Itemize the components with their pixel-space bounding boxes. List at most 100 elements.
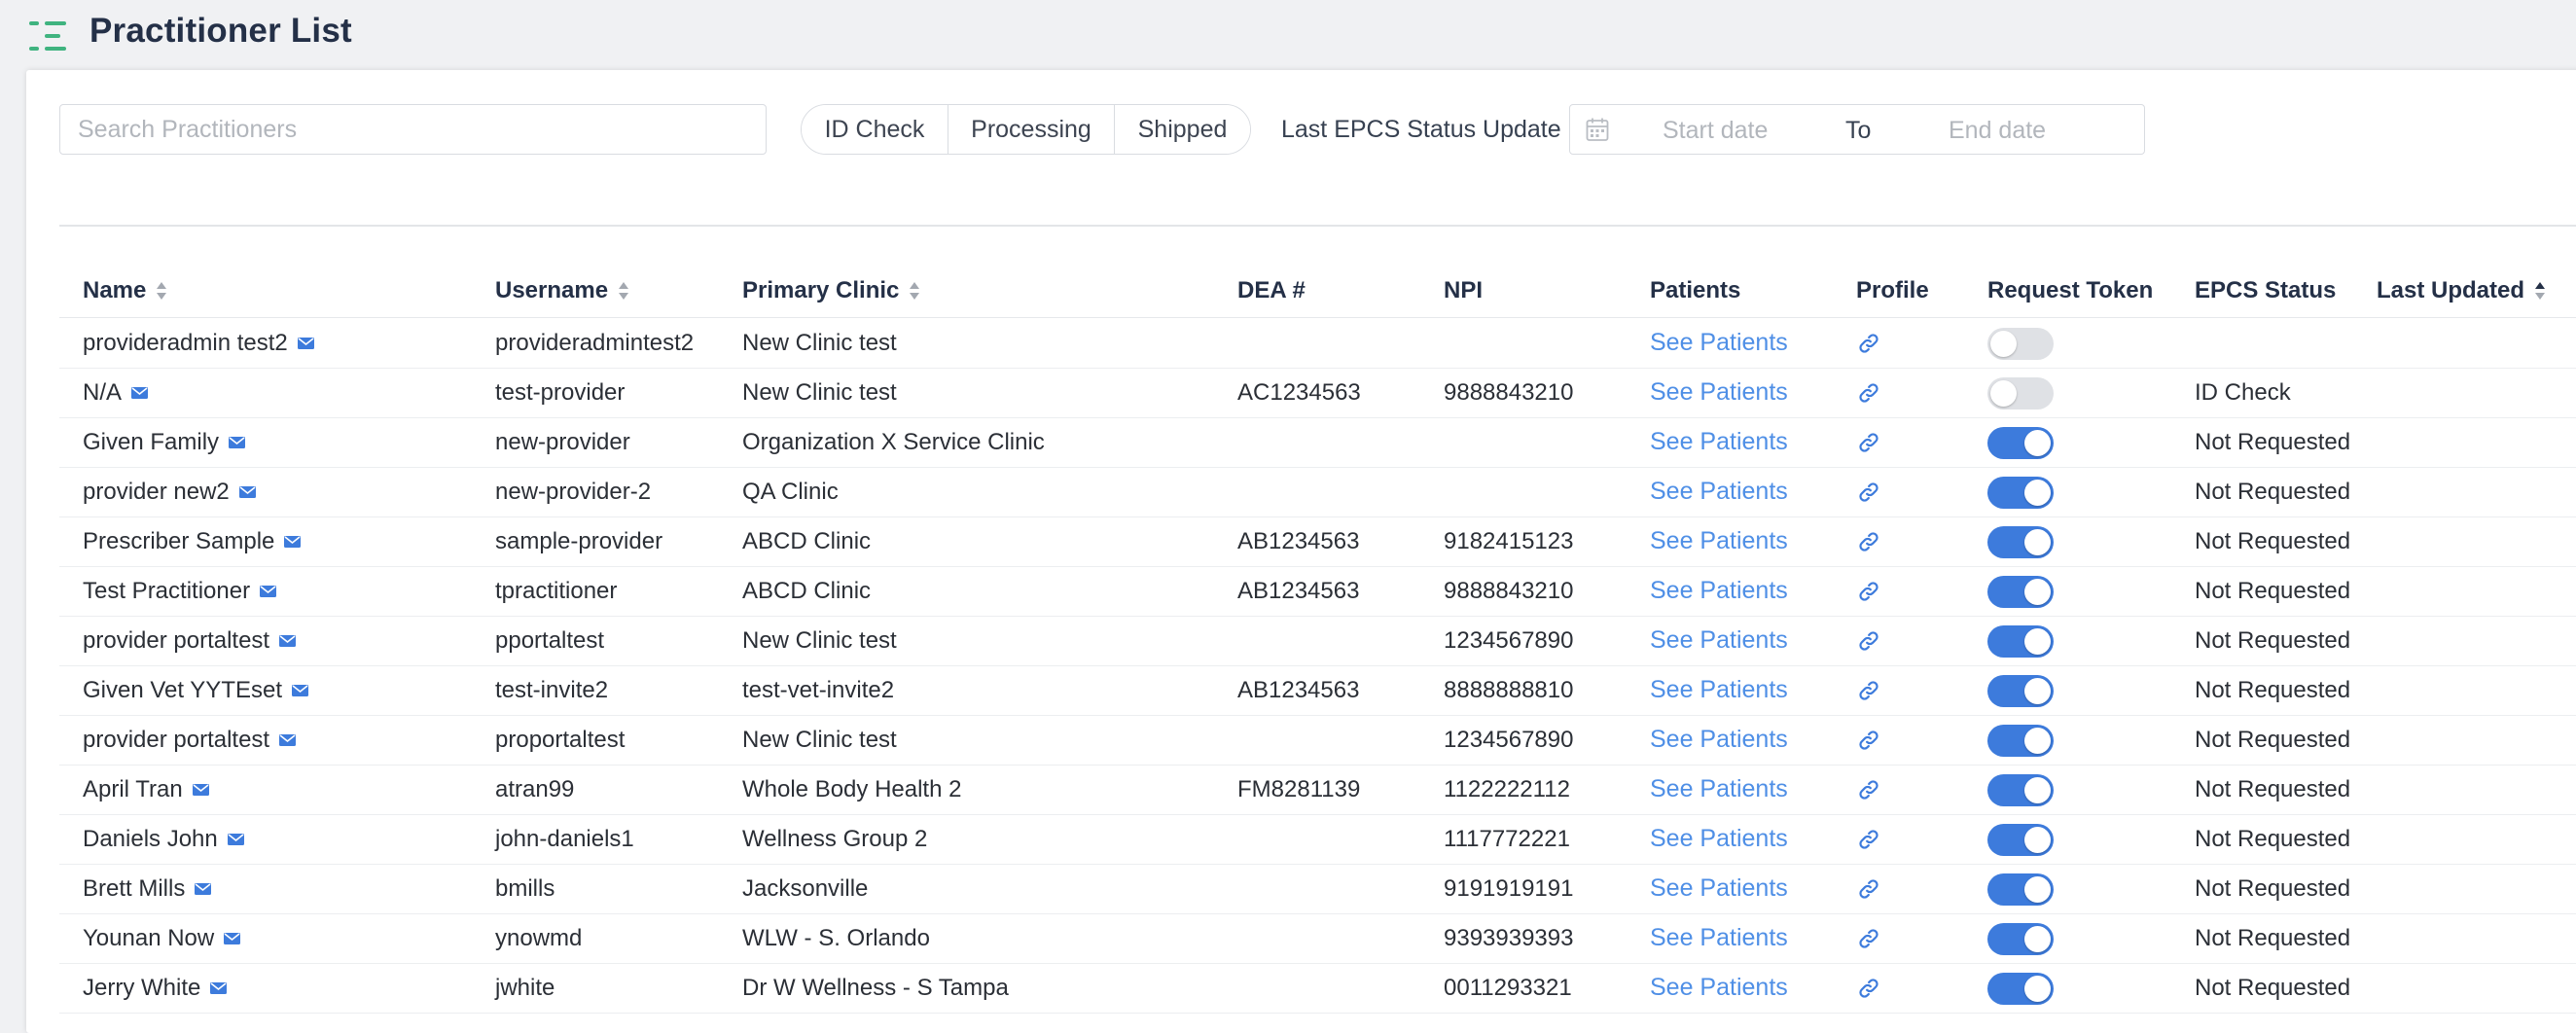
see-patients-link[interactable]: See Patients — [1650, 676, 1788, 704]
sort-icon — [2535, 282, 2546, 300]
link-icon[interactable] — [1858, 779, 1879, 801]
cell-name: Prescriber Sample — [83, 516, 302, 566]
cell-name: Daniels John — [83, 814, 244, 864]
tab-shipped[interactable]: Shipped — [1114, 105, 1250, 154]
column-header-name[interactable]: Name — [83, 265, 167, 317]
see-patients-link[interactable]: See Patients — [1650, 775, 1788, 803]
request-token-toggle[interactable] — [1987, 725, 2054, 757]
cell-request-token — [1987, 417, 2065, 467]
table-row: provider new2 new-provider-2 QA Clinic See … — [59, 467, 2576, 517]
request-token-toggle[interactable] — [1987, 973, 2054, 1005]
request-token-toggle[interactable] — [1987, 675, 2054, 707]
request-token-toggle[interactable] — [1987, 774, 2054, 806]
mail-icon[interactable] — [284, 535, 302, 548]
link-icon[interactable] — [1858, 829, 1879, 850]
link-icon[interactable] — [1858, 978, 1879, 999]
request-token-toggle[interactable] — [1987, 377, 2054, 410]
request-token-toggle[interactable] — [1987, 477, 2054, 509]
cell-profile — [1858, 318, 1879, 368]
menu-icon[interactable] — [29, 19, 68, 53]
mail-icon[interactable] — [238, 485, 256, 498]
see-patients-link[interactable]: See Patients — [1650, 428, 1788, 456]
link-icon[interactable] — [1858, 730, 1879, 751]
practitioner-name: provideradmin test2 — [83, 329, 288, 356]
cell-primary-clinic: Jacksonville — [742, 874, 869, 902]
cell-primary-clinic: QA Clinic — [742, 478, 839, 505]
end-date-field[interactable]: End date — [1949, 117, 2046, 145]
request-token-toggle[interactable] — [1987, 328, 2054, 360]
toggle-knob — [2024, 628, 2051, 655]
cell-primary-clinic: New Clinic test — [742, 726, 897, 753]
cell-request-token — [1987, 963, 2065, 1013]
mail-icon[interactable] — [279, 634, 297, 647]
see-patients-link[interactable]: See Patients — [1650, 825, 1788, 853]
mail-icon[interactable] — [297, 337, 314, 349]
cell-profile — [1858, 417, 1879, 467]
cell-name: Given Vet YYTEset — [83, 665, 308, 715]
link-icon[interactable] — [1858, 928, 1879, 949]
see-patients-link[interactable]: See Patients — [1650, 924, 1788, 952]
mail-icon[interactable] — [260, 585, 277, 597]
see-patients-link[interactable]: See Patients — [1650, 974, 1788, 1002]
cell-profile — [1858, 368, 1879, 417]
cell-username: tpractitioner — [495, 577, 618, 604]
mail-icon[interactable] — [195, 882, 212, 895]
link-icon[interactable] — [1858, 531, 1879, 552]
search-input[interactable] — [59, 104, 767, 155]
cell-patients: See Patients — [1650, 566, 1788, 616]
cell-primary-clinic: ABCD Clinic — [742, 577, 872, 604]
link-icon[interactable] — [1858, 333, 1879, 354]
column-header-last-updated[interactable]: Last Updated — [2377, 265, 2546, 317]
see-patients-link[interactable]: See Patients — [1650, 874, 1788, 903]
link-icon[interactable] — [1858, 382, 1879, 404]
link-icon[interactable] — [1858, 432, 1879, 453]
mail-icon[interactable] — [279, 733, 297, 746]
toggle-knob — [2024, 728, 2051, 754]
link-icon[interactable] — [1858, 680, 1879, 701]
sort-icon — [910, 282, 920, 300]
date-range-picker[interactable]: Start date To End date — [1569, 104, 2145, 155]
cell-username: new-provider-2 — [495, 478, 652, 505]
cell-primary-clinic: New Clinic test — [742, 626, 897, 654]
column-header-dea: DEA # — [1237, 265, 1306, 317]
start-date-field[interactable]: Start date — [1663, 117, 1768, 145]
request-token-toggle[interactable] — [1987, 576, 2054, 608]
cell-username: john-daniels1 — [495, 825, 634, 852]
mail-icon[interactable] — [192, 783, 209, 796]
mail-icon[interactable] — [227, 833, 244, 845]
request-token-toggle[interactable] — [1987, 625, 2054, 658]
cell-epcs-status: Not Requested — [2195, 974, 2351, 1001]
request-token-toggle[interactable] — [1987, 824, 2054, 856]
mail-icon[interactable] — [229, 436, 246, 448]
see-patients-link[interactable]: See Patients — [1650, 478, 1788, 506]
mail-icon[interactable] — [131, 386, 149, 399]
mail-icon[interactable] — [292, 684, 308, 696]
see-patients-link[interactable]: See Patients — [1650, 329, 1788, 357]
tab-processing[interactable]: Processing — [948, 105, 1114, 154]
tab-id-check[interactable]: ID Check — [802, 105, 948, 154]
mail-icon[interactable] — [210, 981, 228, 994]
cell-request-token — [1987, 368, 2065, 417]
column-header-username[interactable]: Username — [495, 265, 629, 317]
see-patients-link[interactable]: See Patients — [1650, 378, 1788, 407]
mail-icon[interactable] — [224, 932, 241, 944]
request-token-toggle[interactable] — [1987, 526, 2054, 558]
request-token-toggle[interactable] — [1987, 873, 2054, 906]
see-patients-link[interactable]: See Patients — [1650, 626, 1788, 655]
cell-patients: See Patients — [1650, 467, 1788, 516]
see-patients-link[interactable]: See Patients — [1650, 726, 1788, 754]
see-patients-link[interactable]: See Patients — [1650, 527, 1788, 555]
request-token-toggle[interactable] — [1987, 923, 2054, 955]
link-icon[interactable] — [1858, 878, 1879, 900]
cell-primary-clinic: Organization X Service Clinic — [742, 428, 1045, 455]
link-icon[interactable] — [1858, 630, 1879, 652]
link-icon[interactable] — [1858, 481, 1879, 503]
request-token-toggle[interactable] — [1987, 427, 2054, 459]
cell-username: atran99 — [495, 775, 575, 802]
link-icon[interactable] — [1858, 581, 1879, 602]
cell-primary-clinic: test-vet-invite2 — [742, 676, 895, 703]
cell-username: proportaltest — [495, 726, 626, 753]
cell-username: jwhite — [495, 974, 555, 1001]
column-header-primary-clinic[interactable]: Primary Clinic — [742, 265, 920, 317]
see-patients-link[interactable]: See Patients — [1650, 577, 1788, 605]
